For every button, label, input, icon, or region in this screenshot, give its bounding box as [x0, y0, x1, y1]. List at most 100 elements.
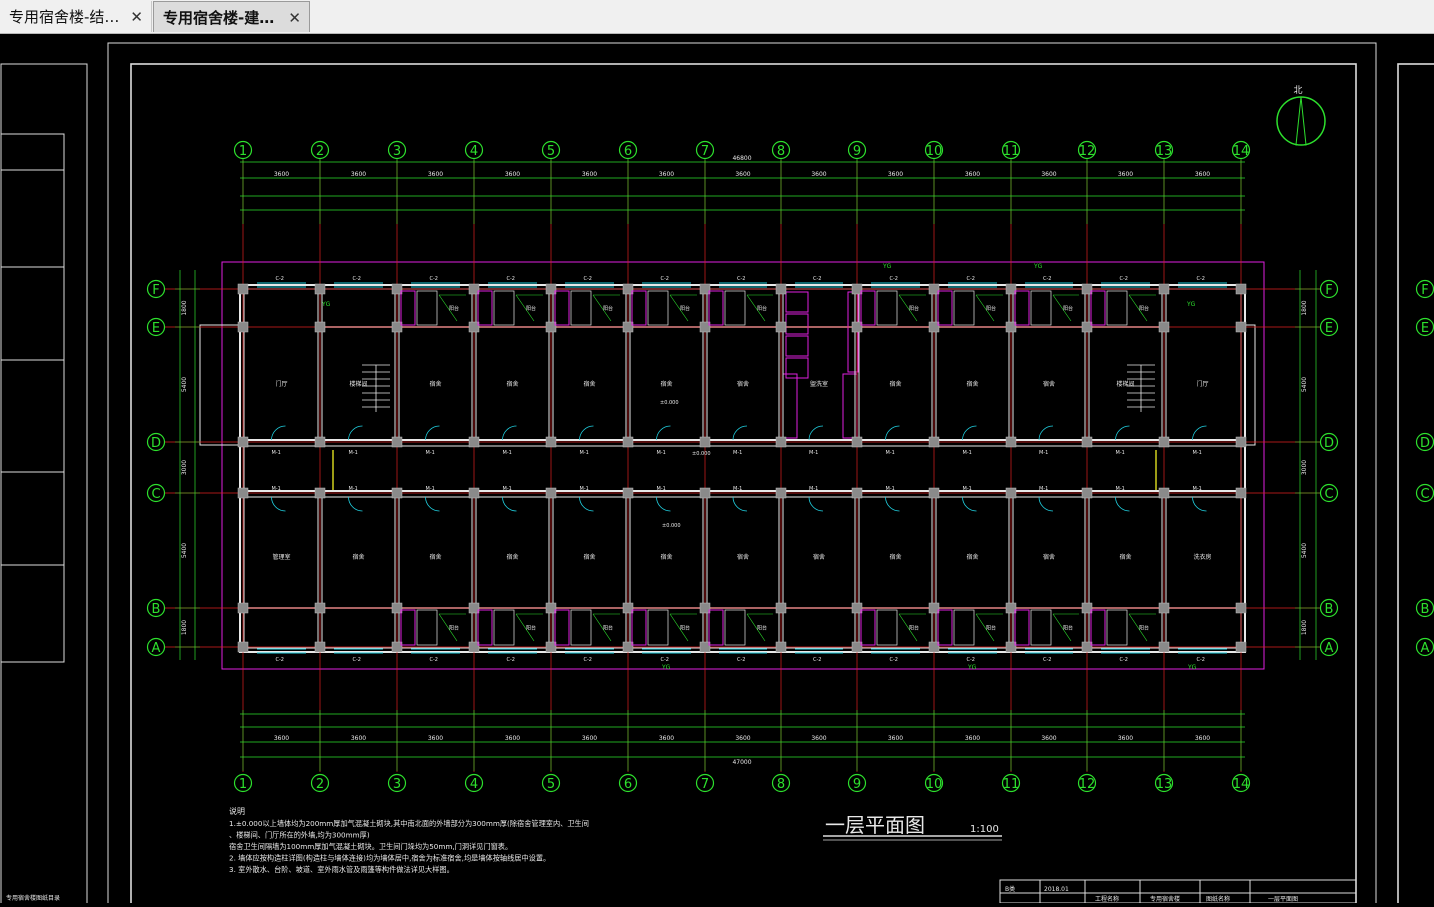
- door-label: M-1: [809, 450, 818, 456]
- room-label: 宿舍: [429, 553, 441, 561]
- door-label: M-1: [503, 450, 512, 456]
- tab-architecture-drawing[interactable]: 专用宿舍楼-建… ✕: [153, 1, 310, 32]
- structural-column: [1235, 321, 1247, 333]
- window-label: C-2: [584, 657, 592, 663]
- axis-label-10: 10: [926, 144, 943, 159]
- door-arc: [656, 425, 671, 441]
- door-arc: [1192, 425, 1207, 441]
- bathroom-fixture: [1090, 609, 1106, 646]
- structural-column: [1158, 283, 1170, 295]
- bathroom-fixture: [477, 609, 493, 646]
- door-arc: [502, 496, 517, 512]
- door-label: M-1: [349, 486, 358, 492]
- axis-label-F: F: [1325, 283, 1332, 298]
- balcony-label: YG: [1033, 263, 1043, 270]
- axis-label-11: 11: [1003, 777, 1020, 792]
- axis-label-7: 7: [701, 144, 709, 159]
- axis-label-12: 12: [1079, 144, 1096, 159]
- structural-column: [775, 436, 787, 448]
- notes-line: 1.±0.000以上墙体均为200mm厚加气混凝土砌块,其中南北面的外墙部分为3…: [229, 819, 589, 828]
- north-compass: [1276, 96, 1326, 146]
- axis-label-1: 1: [239, 777, 247, 792]
- door-arc: [1038, 496, 1054, 512]
- room-text: 阳台: [526, 305, 536, 312]
- room-text: 阳台: [449, 305, 459, 312]
- bathroom-partition: [953, 609, 975, 646]
- window-label: C-2: [276, 276, 284, 282]
- room-label: 宿舍: [966, 380, 978, 388]
- structural-column: [314, 487, 326, 499]
- bathroom-partition: [416, 290, 438, 326]
- dimension-text: 3600: [505, 171, 520, 178]
- dimension-text: 5400: [1301, 377, 1308, 392]
- room-text: 阳台: [1139, 305, 1149, 312]
- left-index-panel: [0, 133, 65, 663]
- tab-structure-drawing[interactable]: 专用宿舍楼-结… ✕: [0, 1, 152, 32]
- door-label: M-1: [580, 486, 589, 492]
- door-arc: [732, 425, 748, 441]
- window-label: C-2: [661, 276, 669, 282]
- door-arc: [962, 425, 977, 441]
- room-label: 宿舍: [660, 380, 672, 388]
- door-arc: [579, 496, 594, 512]
- bathroom-partition: [724, 609, 746, 646]
- axis-label-9: 9: [853, 144, 861, 159]
- notes-line: 宿舍卫生间隔墙为100mm厚加气混凝土砌块。卫生间门垛均为50mm,门洞详见门窗…: [229, 842, 512, 851]
- door-label: M-1: [503, 486, 512, 492]
- room-label: 宿舍: [813, 553, 825, 561]
- axis-label-11: 11: [1003, 144, 1020, 159]
- dimension-text: 3600: [1118, 735, 1133, 742]
- level-mark: ±0.000: [660, 400, 679, 406]
- title-block-text: 2018.01: [1044, 886, 1069, 893]
- axis-label-E: E: [1421, 321, 1429, 336]
- window-label: C-2: [967, 276, 975, 282]
- dimension-text: 1800: [1301, 300, 1308, 315]
- room-label: 宿舍: [583, 553, 595, 561]
- entry-steps-west: [199, 324, 241, 446]
- balcony-label: YG: [321, 301, 331, 308]
- dimension-text: 1800: [181, 620, 188, 635]
- close-icon[interactable]: ✕: [288, 9, 301, 27]
- structural-column: [1158, 602, 1170, 614]
- window-label: C-2: [507, 657, 515, 663]
- room-text: 阳台: [986, 305, 996, 312]
- door-arc: [348, 496, 363, 512]
- structural-column: [391, 436, 403, 448]
- bathroom-fixture: [860, 609, 876, 646]
- room-label: 宿舍: [429, 380, 441, 388]
- dimension-text: 5400: [181, 377, 188, 392]
- room-label: 门厅: [275, 380, 287, 388]
- bathroom-fixture: [400, 290, 416, 326]
- bathroom-fixture: [400, 609, 416, 646]
- bathroom-fixture: [708, 609, 724, 646]
- room-label: 宿舍: [660, 553, 672, 561]
- dimension-text: 1800: [181, 300, 188, 315]
- window-label: C-2: [430, 276, 438, 282]
- dimension-text: 3600: [582, 171, 597, 178]
- door-label: M-1: [1193, 486, 1202, 492]
- axis-label-7: 7: [701, 777, 709, 792]
- room-label: 楼梯间: [1116, 380, 1134, 388]
- title-block-text: 图纸名称: [1206, 895, 1230, 903]
- window-label: C-2: [813, 276, 821, 282]
- axis-label-14: 14: [1233, 777, 1250, 792]
- bathroom-fixture: [631, 609, 647, 646]
- stairs-east: [1127, 364, 1155, 412]
- door-arc: [885, 425, 900, 441]
- axis-label-2: 2: [316, 777, 324, 792]
- close-icon[interactable]: ✕: [130, 8, 143, 26]
- axis-label-3: 3: [393, 777, 401, 792]
- axis-label-5: 5: [547, 144, 555, 159]
- door-arc: [348, 425, 363, 441]
- cad-drawing-canvas[interactable]: 1 1 2 2 3 3 4 4 5 5 6 6 7 7 8 8 9 9 10 10 11 11 12 12 13 13 14 14 F F…: [0, 34, 1434, 907]
- structural-column: [237, 321, 249, 333]
- bathroom-fixture: [1014, 609, 1030, 646]
- axis-label-E: E: [1325, 321, 1333, 336]
- room-text: 阳台: [680, 305, 690, 312]
- bathroom-partition: [724, 290, 746, 326]
- dimension-text: 3600: [811, 171, 826, 178]
- entry-steps-east: [1244, 324, 1256, 446]
- door-arc: [579, 425, 594, 441]
- room-label: 宿舍: [1043, 553, 1055, 561]
- axis-label-8: 8: [777, 777, 785, 792]
